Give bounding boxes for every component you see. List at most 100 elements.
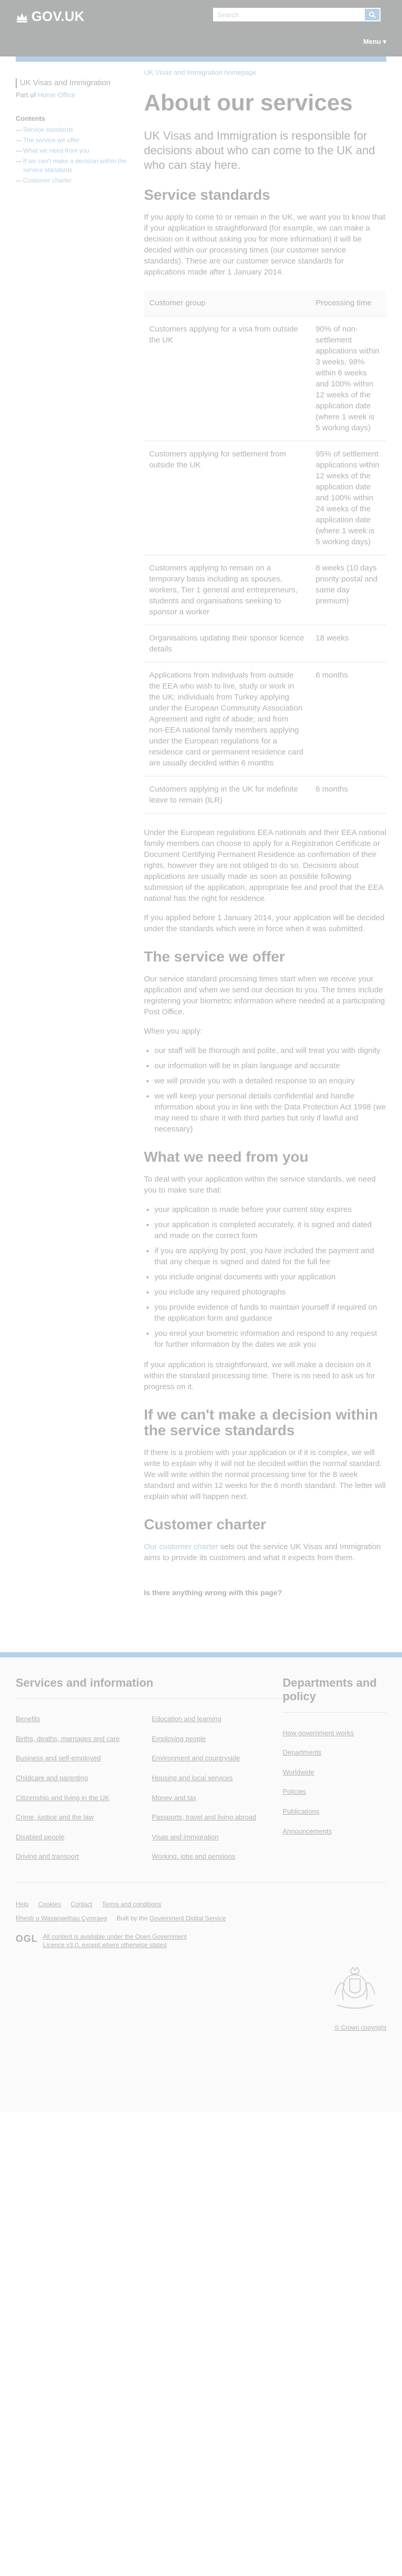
footer-link[interactable]: Announcements [283,1827,386,1836]
footer-link[interactable]: Visas and immigration [152,1833,283,1842]
contents-item-service-standards[interactable]: Service standards [16,125,133,134]
contact-link[interactable]: Contact [71,1900,92,1908]
royal-coat-of-arms-icon [334,1966,375,2009]
main-content: UK Visas and Immigration homepage About … [144,68,386,1652]
table-cell-group: Applications from individuals from outsi… [144,662,310,776]
footer-link[interactable]: Departments [283,1748,386,1757]
contents-item-service-we-offer[interactable]: The service we offer [16,136,133,144]
org-logo[interactable]: UK Visas and Immigration [16,78,133,88]
list-item: our staff will be thorough and polite, a… [154,1045,386,1056]
contents-item-what-we-need[interactable]: What we need from you [16,146,133,155]
footer-link[interactable]: Worldwide [283,1768,386,1777]
gds-link[interactable]: Government Digital Service [149,1915,226,1922]
footer-link[interactable]: Business and self-employed [16,1754,147,1763]
footer-link[interactable]: Births, deaths, marriages and care [16,1734,147,1744]
table-row: Customers applying in the UK for indefin… [144,776,386,814]
contents-heading: Contents [16,115,46,123]
contents-link[interactable]: What we need from you [23,147,90,154]
list-item: you include original documents with your… [154,1272,386,1283]
footer-link[interactable]: Passports, travel and living abroad [152,1813,283,1822]
footer-link[interactable]: Environment and countryside [152,1754,283,1763]
before-2014-paragraph: If you applied before 1 January 2014, yo… [144,913,385,933]
menu-bar: Menu ▾ [0,29,402,56]
crown-icon [17,13,27,22]
ogl-link[interactable]: All content is available under the Open … [43,1932,207,1949]
search-input[interactable] [214,9,365,20]
list-item: you include any required photographs [154,1287,386,1298]
footer-link[interactable]: Disabled people [16,1833,147,1842]
service-standards-heading: Service standards [144,187,271,203]
what-we-need-p2: If your application is straightforward, … [144,1360,375,1391]
footer-services-column: Services and information Benefits Educat… [16,1676,283,1872]
ogl-licence: OGL All content is available under the O… [16,1932,215,1949]
table-cell-group: Customers applying to remain on a tempor… [144,555,310,625]
lead-paragraph: UK Visas and Immigration is responsible … [144,129,375,172]
service-we-offer-list: our staff will be thorough and polite, a… [154,1045,386,1135]
footer-link[interactable]: Crime, justice and the law [16,1813,147,1822]
footer-meta-row-2: Rhestr o Wasanaethau Cymraeg Built by th… [16,1913,386,1924]
service-standards-intro: If you apply to come to or remain in the… [144,213,386,277]
footer-link[interactable]: Working, jobs and pensions [152,1852,283,1861]
customer-charter-link[interactable]: Our customer charter [144,1542,218,1551]
table-cell-group: Customers applying in the UK for indefin… [144,776,310,814]
crown-copyright-link[interactable]: © Crown copyright [334,2023,386,2032]
contents-link[interactable]: If we can't make a decision within the s… [23,157,127,173]
report-problem-link[interactable]: Is there anything wrong with this page? [144,1588,282,1597]
contents-link[interactable]: Service standards [23,126,73,133]
table-row: Organisations updating their sponsor lic… [144,625,386,662]
contents-link[interactable]: Customer charter [23,177,72,184]
table-cell-group: Customers applying for a visa from outsi… [144,316,310,441]
footer-columns: Services and information Benefits Educat… [16,1676,386,1872]
cant-make-decision-heading: If we can't make a decision within the s… [144,1406,378,1439]
welsh-services-link[interactable]: Rhestr o Wasanaethau Cymraeg [16,1915,107,1922]
search-icon [369,12,376,18]
table-row: Customers applying for a visa from outsi… [144,316,386,441]
footer-link[interactable]: Policies [283,1787,386,1796]
contents-item-cant-make-decision[interactable]: If we can't make a decision within the s… [16,157,133,174]
breadcrumb-homepage-link[interactable]: UK Visas and Immigration homepage [144,68,386,77]
footer-departments-column: Departments and policy How government wo… [283,1676,386,1872]
org-name: UK Visas and Immigration [20,78,111,87]
part-of: Part of Home Office [16,90,133,100]
footer-link[interactable]: Publications [283,1807,386,1816]
search-button[interactable] [365,9,379,20]
table-row: Applications from individuals from outsi… [144,662,386,776]
menu-button[interactable]: Menu ▾ [363,37,386,47]
footer-link[interactable]: Benefits [16,1714,147,1724]
list-item: we will keep your personal details confi… [154,1091,386,1135]
eea-paragraph: Under the European regulations EEA natio… [144,828,386,903]
table-cell-time: 90% of non-settlement applications withi… [310,316,386,441]
table-cell-time: 6 months [310,662,386,776]
service-we-offer-p2: When you apply: [144,1026,203,1036]
what-we-need-heading: What we need from you [144,1148,309,1165]
contents-item-customer-charter[interactable]: Customer charter [16,176,133,185]
cant-make-decision-p1: If there is a problem with your applicat… [144,1448,386,1502]
help-link[interactable]: Help [16,1900,29,1908]
footer-link[interactable]: Education and learning [152,1714,283,1724]
footer-link[interactable]: Childcare and parenting [16,1773,147,1783]
footer-link[interactable]: How government works [283,1728,386,1738]
terms-link[interactable]: Terms and conditions [102,1900,161,1908]
footer-link[interactable]: Money and tax [152,1793,283,1803]
table-header-customer-group: Customer group [144,290,310,316]
page-title: About our services [144,89,353,116]
main-layout: UK Visas and Immigration Part of Home Of… [0,62,402,1652]
what-we-need-list: your application is made before your cur… [154,1204,386,1350]
footer-link[interactable]: Employing people [152,1734,283,1744]
built-by-prefix: Built by the [116,1915,150,1922]
table-row: Customers applying to remain on a tempor… [144,555,386,625]
menu-label: Menu [363,38,381,45]
govuk-logo-link[interactable]: GOV.UK [16,7,84,26]
footer-services-heading: Services and information [16,1676,283,1699]
table-cell-group: Customers applying for settlement from o… [144,441,310,555]
table-row: Customers applying for settlement from o… [144,441,386,555]
table-cell-time: 8 weeks (10 days priority postal and sam… [310,555,386,625]
footer-link[interactable]: Citizenship and living in the UK [16,1793,147,1803]
cookies-link[interactable]: Cookies [38,1900,61,1908]
contents-link[interactable]: The service we offer [23,136,80,144]
footer-link[interactable]: Driving and transport [16,1852,147,1861]
customer-charter-heading: Customer charter [144,1516,266,1533]
logo-text: GOV.UK [31,8,85,24]
footer-link[interactable]: Housing and local services [152,1773,283,1783]
home-office-link[interactable]: Home Office [38,91,75,99]
